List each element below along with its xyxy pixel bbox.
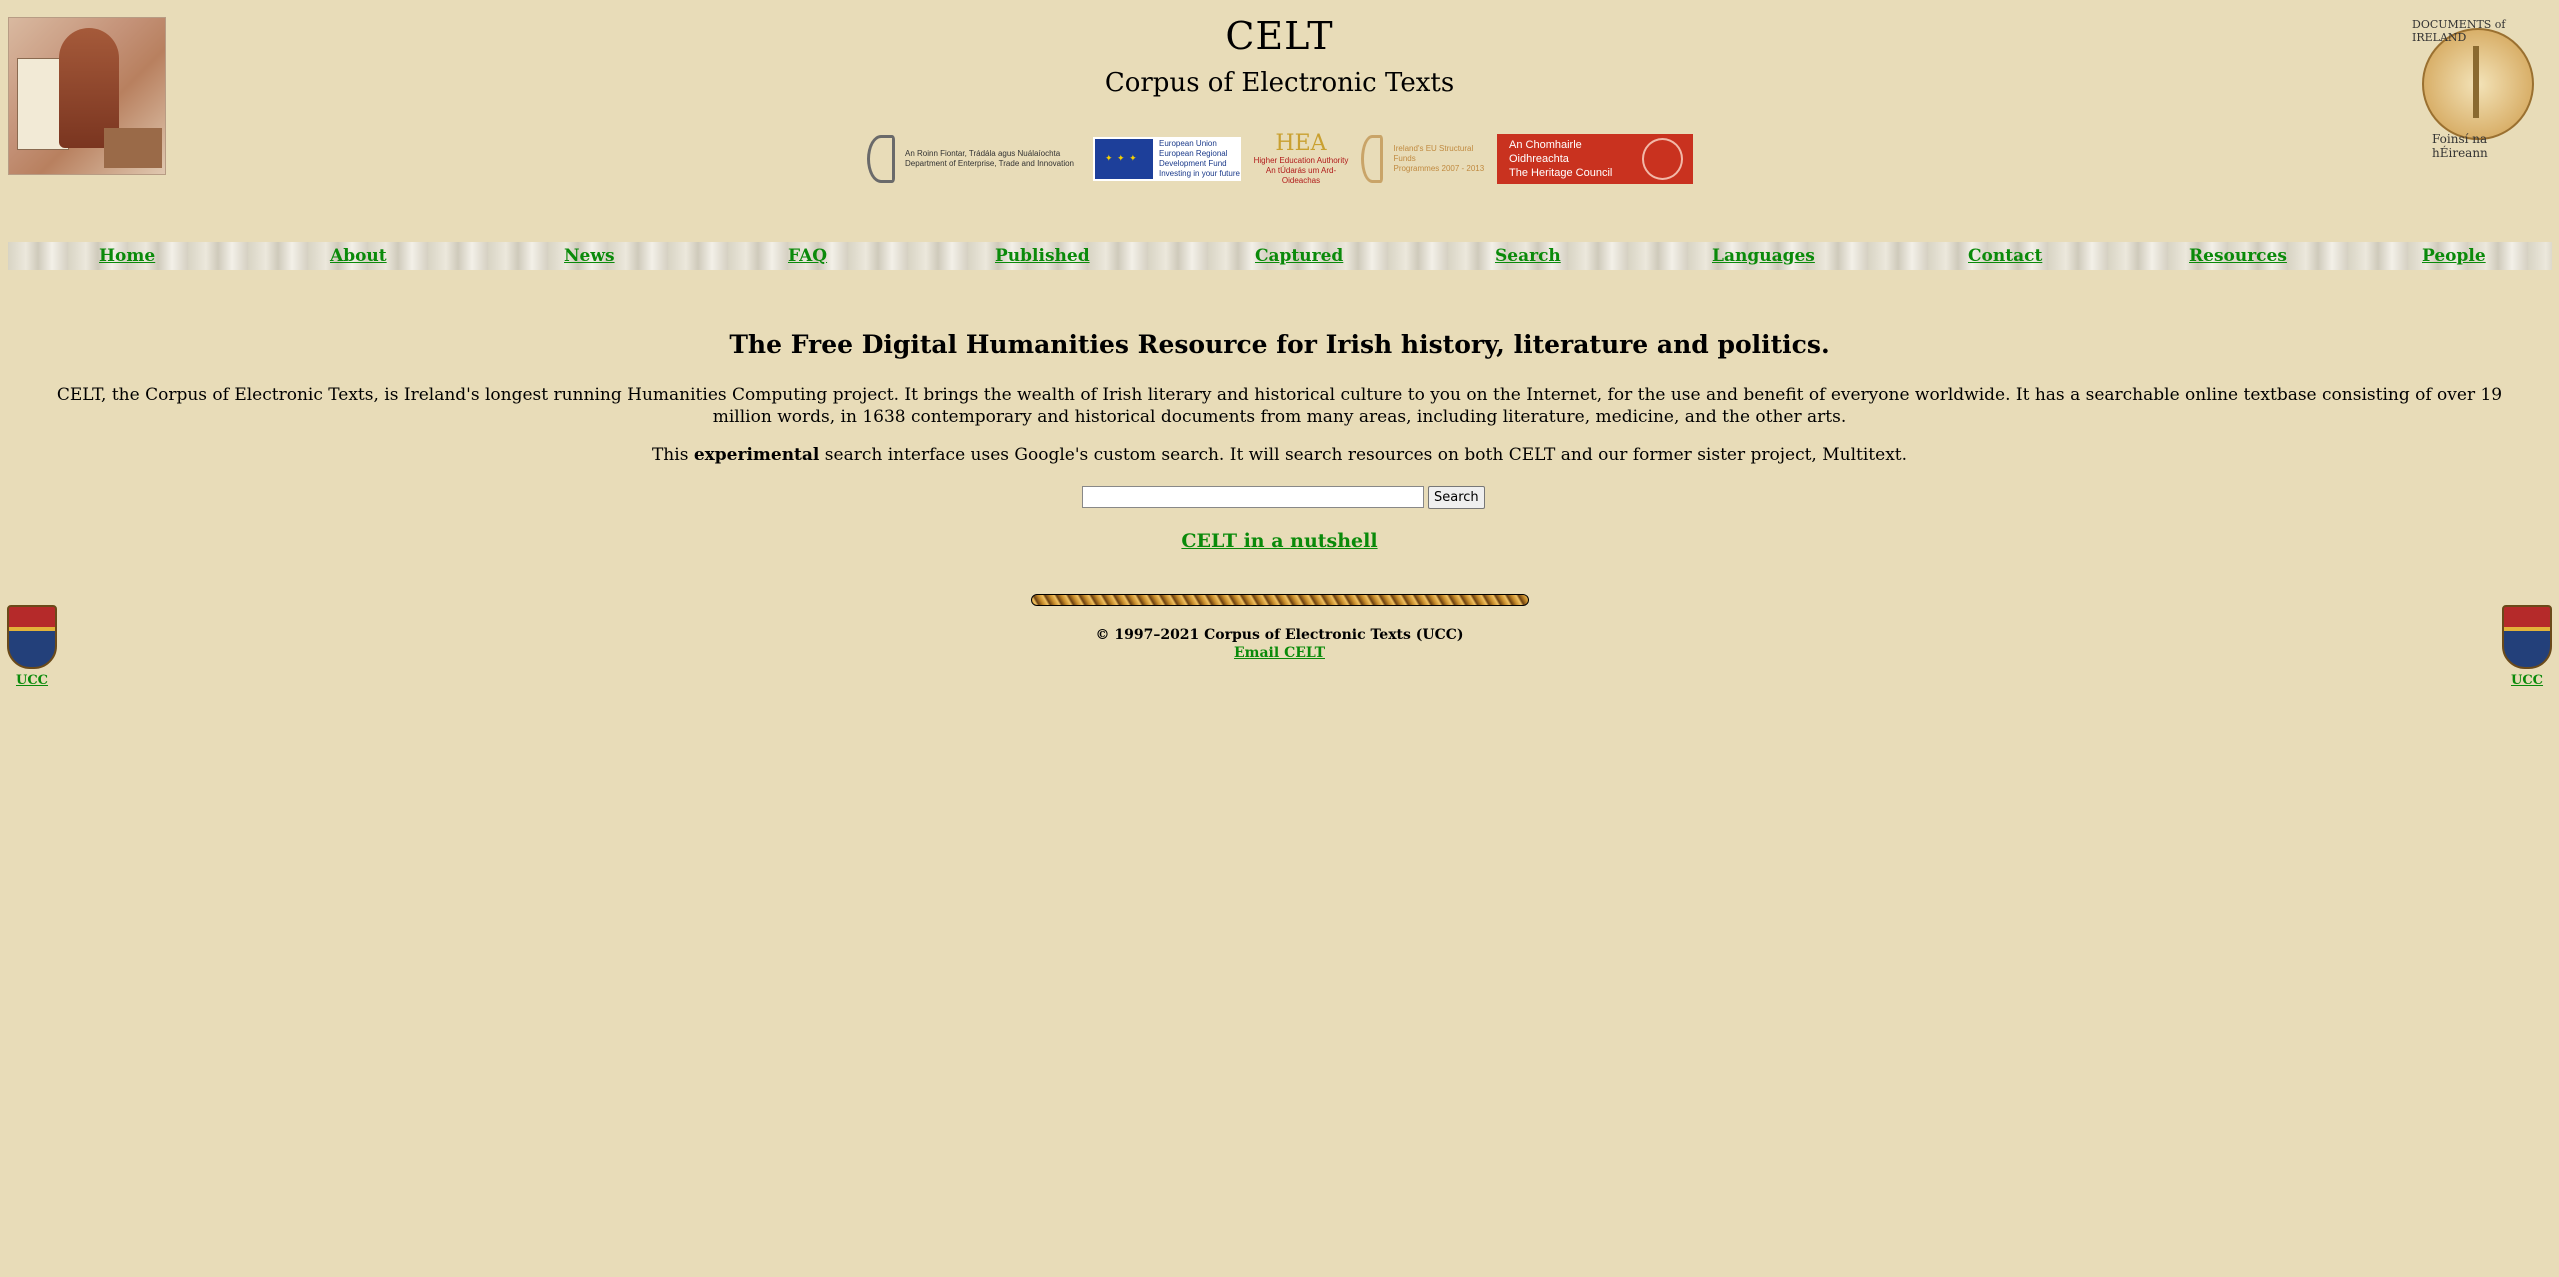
nav-about[interactable]: About (330, 246, 387, 266)
site-subtitle: Corpus of Electronic Texts (1104, 68, 1455, 98)
nav-published[interactable]: Published (995, 246, 1090, 266)
email-link-wrap: Email CELT (0, 645, 2559, 661)
nav-resources[interactable]: Resources (2189, 246, 2287, 266)
nav-languages[interactable]: Languages (1712, 246, 1815, 266)
nav-captured[interactable]: Captured (1255, 246, 1343, 266)
eu-flag-icon (1095, 139, 1153, 179)
search-desc-suffix: search interface uses Google's custom se… (819, 445, 1908, 465)
nutshell-link-wrap: CELT in a nutshell (0, 530, 2559, 552)
dept-enterprise-logo[interactable]: An Roinn Fiontar, Trádála agus Nuálaíoch… (867, 134, 1085, 184)
page-headline: The Free Digital Humanities Resource for… (729, 330, 1830, 359)
nav-people[interactable]: People (2422, 246, 2486, 266)
dept-logo-text: An Roinn Fiontar, Trádála agus Nuálaíoch… (905, 149, 1074, 168)
site-title: CELT (1225, 14, 1334, 58)
documents-of-ireland-logo[interactable]: DOCUMENTS of IRELAND Foinsí na hÉireann (2410, 14, 2540, 160)
email-celt-link[interactable]: Email CELT (1234, 645, 1325, 661)
eu-logo-text: European Union European Regional Develop… (1159, 139, 1240, 178)
hea-logo[interactable]: HEA Higher Education Authority An tÚdará… (1249, 131, 1353, 186)
structural-funds-logo[interactable]: Ireland's EU Structural Funds Programmes… (1361, 134, 1489, 184)
doi-top-text: DOCUMENTS of IRELAND (2412, 18, 2506, 44)
nav-home[interactable]: Home (99, 246, 155, 266)
doi-bottom-text: Foinsí na hÉireann (2432, 132, 2488, 160)
search-button[interactable]: Search (1428, 486, 1485, 509)
main-nav: Home About News FAQ Published Captured S… (8, 242, 2552, 270)
ucc-left-link[interactable]: UCC (2, 673, 62, 688)
celt-nutshell-link[interactable]: CELT in a nutshell (1181, 530, 1377, 552)
nav-contact[interactable]: Contact (1968, 246, 2042, 266)
heritage-seal-icon (1641, 138, 1683, 180)
intro-paragraph: CELT, the Corpus of Electronic Texts, is… (56, 385, 2503, 427)
rope-divider (1031, 594, 1529, 606)
ucc-right: UCC (2497, 605, 2557, 688)
ucc-right-link[interactable]: UCC (2497, 673, 2557, 688)
harp-icon (1361, 135, 1384, 183)
nav-faq[interactable]: FAQ (788, 246, 827, 266)
search-form: Search (1082, 486, 1485, 509)
ucc-left: UCC (2, 605, 62, 688)
ucc-crest-icon[interactable] (7, 605, 57, 669)
heritage-council-text: An Chomhairle Oidhreachta The Heritage C… (1509, 139, 1613, 179)
hea-mark: HEA (1275, 131, 1327, 156)
ogham-stem-icon (2473, 46, 2479, 118)
structural-funds-text: Ireland's EU Structural Funds Programmes… (1393, 144, 1485, 173)
search-desc-prefix: This (651, 445, 694, 465)
harp-icon (867, 135, 895, 183)
hea-logo-text: Higher Education Authority An tÚdarás um… (1253, 156, 1349, 185)
nav-news[interactable]: News (564, 246, 615, 266)
ucc-crest-icon[interactable] (2502, 605, 2552, 669)
search-input[interactable] (1082, 486, 1424, 508)
copyright-text: © 1997–2021 Corpus of Electronic Texts (… (1095, 627, 1464, 643)
nav-search[interactable]: Search (1495, 246, 1561, 266)
heritage-council-logo[interactable]: An Chomhairle Oidhreachta The Heritage C… (1497, 134, 1693, 184)
search-desc-bold: experimental (693, 445, 820, 465)
scribe-stool (104, 128, 162, 168)
search-description: This experimental search interface uses … (0, 445, 2559, 465)
sponsor-logos: An Roinn Fiontar, Trádála agus Nuálaíoch… (867, 131, 1693, 186)
eu-logo[interactable]: European Union European Regional Develop… (1093, 137, 1241, 181)
